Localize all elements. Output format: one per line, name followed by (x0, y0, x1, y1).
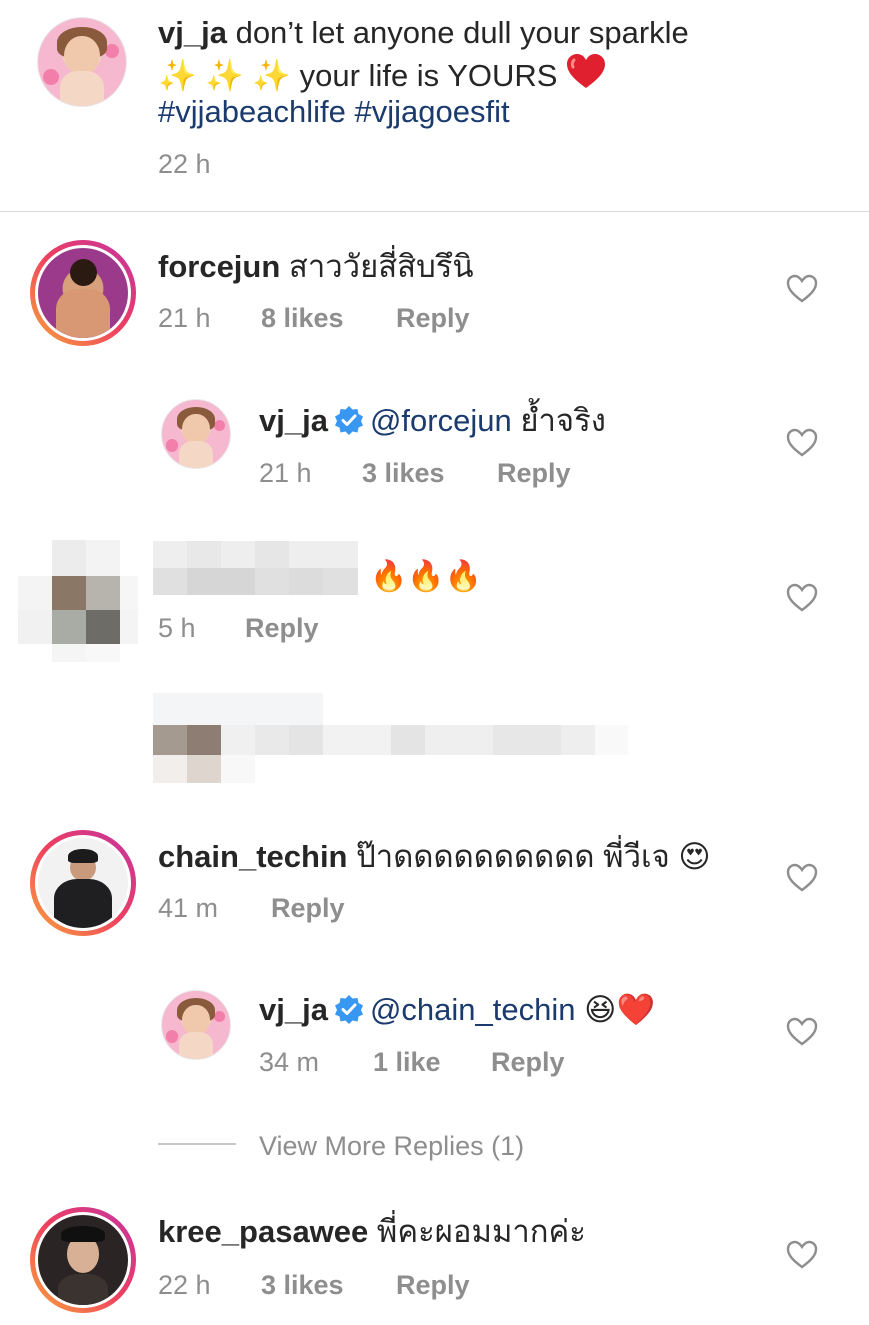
comment-text: สาววัยสี่สิบรึนิ (288, 249, 474, 284)
comment-username[interactable]: kree_pasawee (158, 1214, 368, 1249)
like-heart-icon[interactable] (786, 583, 818, 613)
comment-likes[interactable]: 8 likes (261, 302, 344, 334)
like-heart-icon[interactable] (786, 428, 818, 458)
reply-username[interactable]: vj_ja (259, 403, 328, 438)
like-heart-icon[interactable] (786, 1240, 818, 1270)
heart-eyes-emoji: 😍 (678, 839, 711, 874)
verified-badge-icon (334, 995, 363, 1024)
comment-text: ป๊าดดดดดดดดดด พี่วีเจ (356, 839, 670, 874)
view-more-line (158, 1143, 236, 1145)
caption-text: don’t let anyone dull your sparkle (235, 15, 689, 50)
comment-text-line: forcejun สาววัยสี่สิบรึนิ (158, 248, 474, 286)
reply-time: 21 h (259, 458, 312, 488)
blurred-reply (153, 693, 628, 783)
like-heart-icon[interactable] (786, 274, 818, 304)
avatar-chain-techin[interactable] (30, 830, 136, 936)
comment-text: พี่คะผอมมากค่ะ (376, 1214, 586, 1249)
comment-text-line: kree_pasawee พี่คะผอมมากค่ะ (158, 1213, 586, 1251)
avatar-vj-ja[interactable] (161, 990, 231, 1060)
reply-button[interactable]: Reply (491, 1046, 565, 1078)
comment-username[interactable]: chain_techin (158, 839, 348, 874)
like-heart-icon[interactable] (786, 863, 818, 893)
caption-line-1: vj_ja don’t let anyone dull your sparkle (158, 14, 689, 52)
comment-username[interactable]: forcejun (158, 249, 280, 284)
avatar-forcejun[interactable] (30, 240, 136, 346)
reply-time: 34 m (259, 1047, 320, 1077)
caption-text-2: ✨ ✨ ✨ your life is YOURS (158, 58, 558, 93)
hashtag-link[interactable]: #vjjabeachlife (158, 94, 346, 129)
verified-badge-icon (334, 406, 363, 435)
reply-button[interactable]: Reply (396, 1269, 470, 1301)
reply-username[interactable]: vj_ja (259, 992, 328, 1027)
caption-hashtags: #vjjabeachlife #vjjagoesfit (158, 93, 510, 131)
comment-time: 21 h (158, 303, 211, 333)
comment-text-line: chain_techin ป๊าดดดดดดดดดด พี่วีเจ 😍 (158, 838, 711, 876)
mention-link[interactable]: @forcejun (370, 403, 512, 438)
laughing-heart-emoji: 😆❤️ (584, 992, 656, 1027)
view-more-replies-button[interactable]: View More Replies (1) (259, 1130, 524, 1162)
reply-button[interactable]: Reply (271, 892, 345, 924)
comment-likes[interactable]: 3 likes (261, 1269, 344, 1301)
reply-button[interactable]: Reply (396, 302, 470, 334)
blurred-username (153, 541, 358, 595)
blurred-avatar (18, 540, 138, 662)
red-heart-icon (566, 54, 606, 99)
mention-link[interactable]: @chain_techin (370, 992, 576, 1027)
comment-time: 5 h (158, 613, 196, 643)
reply-text-line: vj_ja @chain_techin 😆❤️ (259, 991, 655, 1029)
reply-text: ย้ำจริง (520, 403, 606, 438)
reply-button[interactable]: Reply (497, 457, 571, 489)
avatar-kree-pasawee[interactable] (30, 1207, 136, 1313)
fire-emojis: 🔥🔥🔥 (370, 560, 483, 593)
caption-avatar[interactable] (37, 17, 127, 107)
comment-time: 41 m (158, 893, 219, 923)
reply-likes[interactable]: 1 like (373, 1046, 441, 1078)
caption-username[interactable]: vj_ja (158, 15, 227, 50)
like-heart-icon[interactable] (786, 1017, 818, 1047)
caption-time: 22 h (158, 149, 211, 179)
hashtag-link[interactable]: #vjjagoesfit (354, 94, 509, 129)
divider (0, 211, 869, 212)
reply-text-line: vj_ja @forcejun ย้ำจริง (259, 402, 606, 440)
reply-button[interactable]: Reply (245, 612, 319, 644)
reply-likes[interactable]: 3 likes (362, 457, 445, 489)
avatar-vj-ja[interactable] (161, 399, 231, 469)
comment-time: 22 h (158, 1270, 211, 1300)
